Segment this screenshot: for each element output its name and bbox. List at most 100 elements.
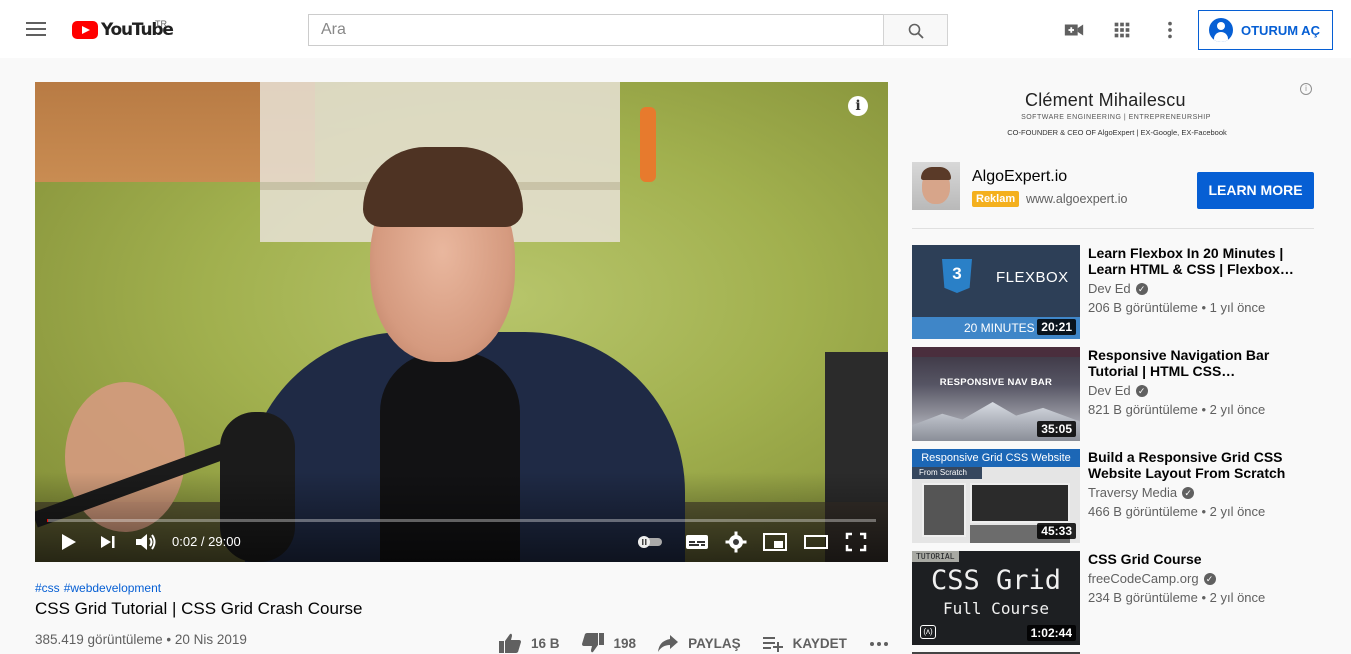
save-button[interactable]: KAYDET bbox=[761, 632, 847, 654]
verified-icon: ✓ bbox=[1203, 572, 1216, 585]
top-header: YouTube TR OTURUM AÇ bbox=[0, 0, 1351, 58]
channel-name[interactable]: freeCodeCamp.org ✓ bbox=[1088, 571, 1216, 586]
ad-banner-name: Clément Mihailescu bbox=[1025, 90, 1186, 110]
video-duration: 35:05 bbox=[1037, 421, 1076, 437]
settings-gear-icon[interactable] bbox=[725, 531, 747, 553]
save-label: KAYDET bbox=[792, 635, 847, 651]
ad-banner-credentials: CO-FOUNDER & CEO OF AlgoExpert | EX-Goog… bbox=[1007, 128, 1227, 137]
time-display: 0:02 / 29:00 bbox=[172, 534, 241, 549]
more-actions-button[interactable] bbox=[867, 632, 899, 654]
fullscreen-icon[interactable] bbox=[844, 531, 868, 553]
info-icon[interactable]: i bbox=[848, 96, 868, 116]
account-icon bbox=[1209, 18, 1233, 42]
next-icon[interactable] bbox=[97, 531, 119, 553]
subtitles-icon[interactable] bbox=[685, 531, 709, 553]
recommendation-title[interactable]: Build a Responsive Grid CSS Website Layo… bbox=[1088, 449, 1298, 481]
learn-more-button[interactable]: LEARN MORE bbox=[1197, 172, 1314, 209]
verified-icon: ✓ bbox=[1182, 486, 1195, 499]
apps-grid-icon[interactable] bbox=[1111, 19, 1133, 41]
thumbnail-label: TUTORIAL bbox=[912, 551, 959, 562]
video-thumbnail[interactable]: 3 FLEXBOX 20 MINUTES 20:21 bbox=[912, 245, 1080, 339]
channel-name[interactable]: Dev Ed ✓ bbox=[1088, 383, 1148, 398]
play-icon[interactable] bbox=[57, 531, 79, 553]
channel-name[interactable]: Dev Ed ✓ bbox=[1088, 281, 1148, 296]
recommendation-item[interactable]: RESPONSIVE NAV BAR 35:05 Responsive Navi… bbox=[912, 347, 1332, 441]
video-duration: 20:21 bbox=[1037, 319, 1076, 335]
share-label: PAYLAŞ bbox=[688, 635, 741, 651]
video-actions: 16 B 198 PAYLAŞ KAYDET bbox=[497, 632, 919, 654]
thumbnail-text: Responsive Grid CSS Website bbox=[912, 449, 1080, 467]
hashtags: #css #webdevelopment bbox=[35, 581, 888, 595]
search-icon bbox=[908, 23, 924, 39]
signin-label: OTURUM AÇ bbox=[1241, 22, 1320, 38]
thumbnail-subtext: From Scratch bbox=[912, 467, 982, 479]
video-duration: 45:33 bbox=[1037, 523, 1076, 539]
view-count-date: 385.419 görüntüleme • 20 Nis 2019 bbox=[35, 632, 247, 647]
more-vert-icon[interactable] bbox=[1159, 19, 1181, 41]
video-duration: 1:02:44 bbox=[1026, 625, 1076, 641]
thumbnail-text: CSS Grid bbox=[930, 565, 1062, 596]
ad-url: www.algoexpert.io bbox=[1026, 192, 1128, 206]
divider bbox=[912, 228, 1314, 229]
miniplayer-icon[interactable] bbox=[762, 531, 788, 553]
ad-banner-subtitle: SOFTWARE ENGINEERING | ENTREPRENEURSHIP bbox=[1021, 114, 1211, 121]
recommendation-stats: 206 B görüntüleme • 1 yıl önce bbox=[1088, 300, 1266, 315]
thumbnail-subtext: Full Course bbox=[943, 599, 1049, 618]
search-box bbox=[308, 14, 884, 46]
search-button[interactable] bbox=[883, 14, 948, 46]
video-thumbnail[interactable]: TUTORIAL CSS Grid Full Course (ʌ) 1:02:4… bbox=[912, 551, 1080, 645]
hashtag-link[interactable]: #webdevelopment bbox=[64, 581, 161, 595]
ad-badge: Reklam bbox=[972, 191, 1020, 207]
channel-name-text: Traversy Media bbox=[1088, 485, 1178, 500]
share-button[interactable]: PAYLAŞ bbox=[656, 632, 741, 654]
ad-banner[interactable]: Clément Mihailescu SOFTWARE ENGINEERING … bbox=[912, 82, 1314, 142]
dislike-count: 198 bbox=[613, 635, 637, 651]
recommendation-item[interactable]: TUTORIAL CSS Grid Full Course (ʌ) 1:02:4… bbox=[912, 551, 1332, 645]
ad-info-icon[interactable]: i bbox=[1300, 83, 1312, 95]
thumbs-down-icon bbox=[581, 633, 604, 653]
progress-fill bbox=[47, 519, 48, 522]
thumbnail-text: FLEXBOX bbox=[996, 269, 1069, 286]
thumbs-up-icon bbox=[499, 633, 521, 653]
share-icon bbox=[658, 635, 679, 652]
signin-button[interactable]: OTURUM AÇ bbox=[1198, 10, 1333, 50]
recommendation-stats: 234 B görüntüleme • 2 yıl önce bbox=[1088, 590, 1266, 605]
recommendation-title[interactable]: CSS Grid Course bbox=[1088, 551, 1298, 567]
dislike-button[interactable]: 198 bbox=[580, 632, 637, 654]
autoplay-toggle-icon[interactable] bbox=[635, 531, 665, 553]
country-code: TR bbox=[155, 19, 167, 29]
recommendation-title[interactable]: Learn Flexbox In 20 Minutes | Learn HTML… bbox=[1088, 245, 1298, 277]
thumbnail-subtext: 20 MINUTES bbox=[964, 321, 1035, 335]
menu-icon[interactable] bbox=[26, 22, 46, 36]
like-button[interactable]: 16 B bbox=[497, 632, 560, 654]
playlist-add-icon bbox=[762, 637, 783, 652]
like-count: 16 B bbox=[531, 635, 560, 651]
recommendation-stats: 821 B görüntüleme • 2 yıl önce bbox=[1088, 402, 1266, 417]
recommendation-item[interactable]: Responsive Grid CSS Website From Scratch… bbox=[912, 449, 1332, 543]
hashtag-link[interactable]: #css bbox=[35, 581, 60, 595]
more-horiz-icon bbox=[869, 642, 888, 646]
video-player[interactable]: i 0:02 / 29:00 bbox=[35, 82, 888, 562]
advertiser-avatar bbox=[912, 162, 960, 210]
progress-bar[interactable] bbox=[47, 519, 876, 522]
recommendation-item[interactable]: 3 FLEXBOX 20 MINUTES 20:21 Learn Flexbox… bbox=[912, 245, 1332, 339]
video-thumbnail[interactable]: Responsive Grid CSS Website From Scratch… bbox=[912, 449, 1080, 543]
recommendation-title[interactable]: Responsive Navigation Bar Tutorial | HTM… bbox=[1088, 347, 1298, 379]
channel-name-text: Dev Ed bbox=[1088, 281, 1131, 296]
search-input[interactable] bbox=[309, 15, 883, 45]
verified-icon: ✓ bbox=[1135, 384, 1148, 397]
verified-icon: ✓ bbox=[1135, 282, 1148, 295]
create-video-icon[interactable] bbox=[1063, 19, 1085, 41]
video-title: CSS Grid Tutorial | CSS Grid Crash Cours… bbox=[35, 599, 363, 618]
channel-name-text: freeCodeCamp.org bbox=[1088, 571, 1199, 586]
freecodecamp-icon: (ʌ) bbox=[920, 625, 936, 639]
volume-icon[interactable] bbox=[134, 531, 160, 553]
theater-mode-icon[interactable] bbox=[803, 531, 829, 553]
video-info: #css #webdevelopment CSS Grid Tutorial | … bbox=[35, 581, 888, 619]
channel-name-text: Dev Ed bbox=[1088, 383, 1131, 398]
channel-name[interactable]: Traversy Media ✓ bbox=[1088, 485, 1195, 500]
video-thumbnail[interactable]: RESPONSIVE NAV BAR 35:05 bbox=[912, 347, 1080, 441]
css3-icon: 3 bbox=[942, 259, 972, 293]
recommendation-stats: 466 B görüntüleme • 2 yıl önce bbox=[1088, 504, 1266, 519]
thumbnail-text: RESPONSIVE NAV BAR bbox=[939, 377, 1053, 388]
